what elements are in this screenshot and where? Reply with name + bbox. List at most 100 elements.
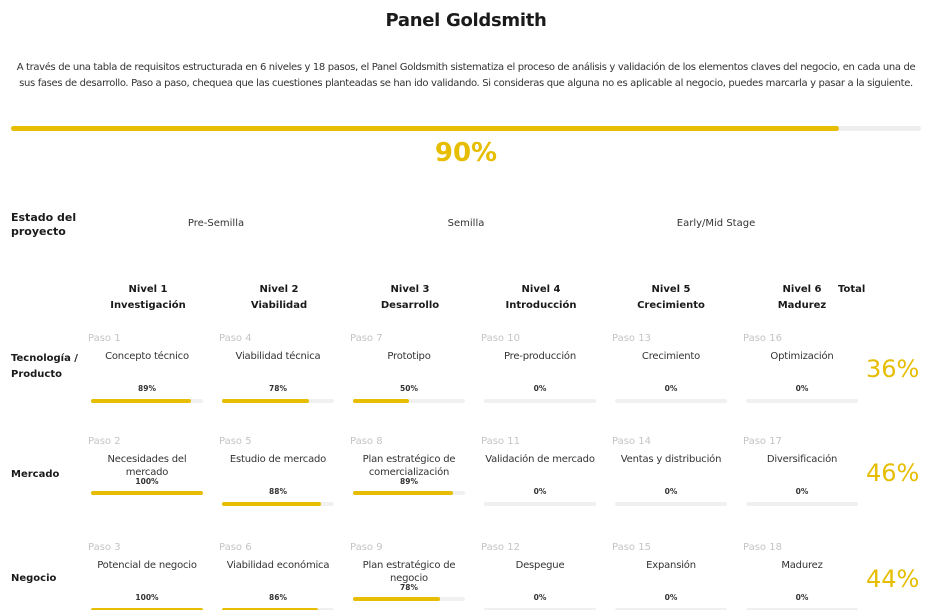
column-name-label: Madurez xyxy=(777,300,827,311)
column-name-label: Introducción xyxy=(505,300,577,311)
column-header-nivel-2: Nivel 2 Viabilidad xyxy=(219,282,339,314)
page-title: Panel Goldsmith xyxy=(385,10,547,31)
row-total-percent: 46% xyxy=(866,459,920,487)
step-progress-fill xyxy=(91,491,203,495)
step-card[interactable]: Paso 5 Estudio de mercado 88% xyxy=(219,436,337,506)
step-percent: 0% xyxy=(795,384,809,393)
step-number: Paso 8 xyxy=(350,436,383,447)
step-name: Despegue xyxy=(515,560,565,571)
step-name: Expansión xyxy=(646,560,696,571)
step-progress-bar xyxy=(222,502,334,506)
stage-pre-semilla: Pre-Semilla xyxy=(187,218,245,229)
row-label: Tecnología / Producto xyxy=(11,353,78,380)
step-card[interactable]: Paso 11 Validación de mercado 0% xyxy=(481,436,599,506)
step-name: Necesidades del mercado xyxy=(107,454,187,478)
overall-percent: 90% xyxy=(434,138,498,168)
stage-early-mid: Early/Mid Stage xyxy=(676,218,756,229)
column-name-label: Crecimiento xyxy=(637,300,705,311)
step-number: Paso 12 xyxy=(481,542,520,553)
step-card[interactable]: Paso 3 Potencial de negocio 100% xyxy=(88,542,206,610)
step-card[interactable]: Paso 4 Viabilidad técnica 78% xyxy=(219,333,337,403)
step-card[interactable]: Paso 8 Plan estratégico de comercializaci… xyxy=(350,436,468,506)
step-card[interactable]: Paso 7 Prototipo 50% xyxy=(350,333,468,403)
step-number: Paso 13 xyxy=(612,333,651,344)
step-progress-bar xyxy=(91,399,203,403)
step-number: Paso 7 xyxy=(350,333,383,344)
step-name: Madurez xyxy=(781,560,823,571)
step-card[interactable]: Paso 15 Expansión 0% xyxy=(612,542,730,610)
step-percent: 50% xyxy=(400,384,418,393)
step-name: Concepto técnico xyxy=(105,351,189,362)
step-name: Crecimiento xyxy=(641,351,701,362)
column-header-nivel-5: Nivel 5 Crecimiento xyxy=(611,282,731,314)
step-percent: 86% xyxy=(269,593,287,602)
step-card[interactable]: Paso 10 Pre-producción 0% xyxy=(481,333,599,403)
step-name: Viabilidad técnica xyxy=(235,351,321,362)
step-card[interactable]: Paso 9 Plan estratégico de negocio 78% xyxy=(350,542,468,610)
step-number: Paso 4 xyxy=(219,333,252,344)
step-number: Paso 16 xyxy=(743,333,782,344)
step-number: Paso 5 xyxy=(219,436,252,447)
estado-label: Estado del proyecto xyxy=(11,211,77,238)
step-progress-bar xyxy=(91,491,203,495)
step-percent: 0% xyxy=(795,593,809,602)
step-number: Paso 6 xyxy=(219,542,252,553)
step-percent: 0% xyxy=(533,593,547,602)
step-card[interactable]: Paso 18 Madurez 0% xyxy=(743,542,861,610)
step-name: Prototipo xyxy=(387,351,431,362)
overall-progress-bar xyxy=(11,126,921,131)
step-percent: 0% xyxy=(664,384,678,393)
column-nivel-label: Nivel 3 xyxy=(390,284,430,295)
step-card[interactable]: Paso 17 Diversificación 0% xyxy=(743,436,861,506)
step-card[interactable]: Paso 16 Optimización 0% xyxy=(743,333,861,403)
row-label: Negocio xyxy=(11,573,57,584)
column-header-nivel-4: Nivel 4 Introducción xyxy=(481,282,601,314)
step-number: Paso 17 xyxy=(743,436,782,447)
step-progress-fill xyxy=(353,597,441,601)
column-header-nivel-1: Nivel 1 Investigación xyxy=(88,282,208,314)
step-card[interactable]: Paso 1 Concepto técnico 89% xyxy=(88,333,206,403)
step-name: Plan estratégico de comercialización xyxy=(362,454,456,478)
step-name: Optimización xyxy=(770,351,834,362)
step-percent: 0% xyxy=(533,384,547,393)
step-percent: 100% xyxy=(135,593,159,602)
step-percent: 78% xyxy=(269,384,287,393)
step-progress-bar xyxy=(746,502,858,506)
step-progress-bar xyxy=(353,597,465,601)
step-name: Diversificación xyxy=(766,454,838,465)
step-number: Paso 9 xyxy=(350,542,383,553)
step-name: Validación de mercado xyxy=(485,454,595,465)
row-total-percent: 44% xyxy=(866,565,920,593)
step-number: Paso 2 xyxy=(88,436,121,447)
step-progress-bar xyxy=(746,399,858,403)
step-name: Plan estratégico de negocio xyxy=(362,560,456,584)
step-percent: 89% xyxy=(138,384,156,393)
column-nivel-label: Nivel 5 xyxy=(651,284,691,295)
step-progress-bar xyxy=(484,502,596,506)
step-progress-fill xyxy=(353,491,453,495)
step-percent: 0% xyxy=(664,487,678,496)
step-progress-bar xyxy=(615,399,727,403)
step-number: Paso 10 xyxy=(481,333,520,344)
step-progress-bar xyxy=(615,502,727,506)
step-card[interactable]: Paso 6 Viabilidad económica 86% xyxy=(219,542,337,610)
step-card[interactable]: Paso 14 Ventas y distribución 0% xyxy=(612,436,730,506)
step-percent: 0% xyxy=(795,487,809,496)
total-header: Total xyxy=(838,284,866,295)
step-number: Paso 14 xyxy=(612,436,651,447)
step-card[interactable]: Paso 2 Necesidades del mercado 100% xyxy=(88,436,206,506)
step-name: Ventas y distribución xyxy=(620,454,722,465)
column-name-label: Viabilidad xyxy=(250,300,308,311)
step-card[interactable]: Paso 12 Despegue 0% xyxy=(481,542,599,610)
row-label: Mercado xyxy=(11,469,60,480)
column-header-nivel-3: Nivel 3 Desarrollo xyxy=(350,282,470,314)
row-total-percent: 36% xyxy=(866,355,920,383)
step-percent: 78% xyxy=(400,583,418,592)
step-progress-bar xyxy=(222,399,334,403)
step-card[interactable]: Paso 13 Crecimiento 0% xyxy=(612,333,730,403)
step-number: Paso 15 xyxy=(612,542,651,553)
step-progress-fill xyxy=(91,399,191,403)
column-name-label: Investigación xyxy=(110,300,186,311)
step-progress-bar xyxy=(353,491,465,495)
step-progress-fill xyxy=(222,399,310,403)
